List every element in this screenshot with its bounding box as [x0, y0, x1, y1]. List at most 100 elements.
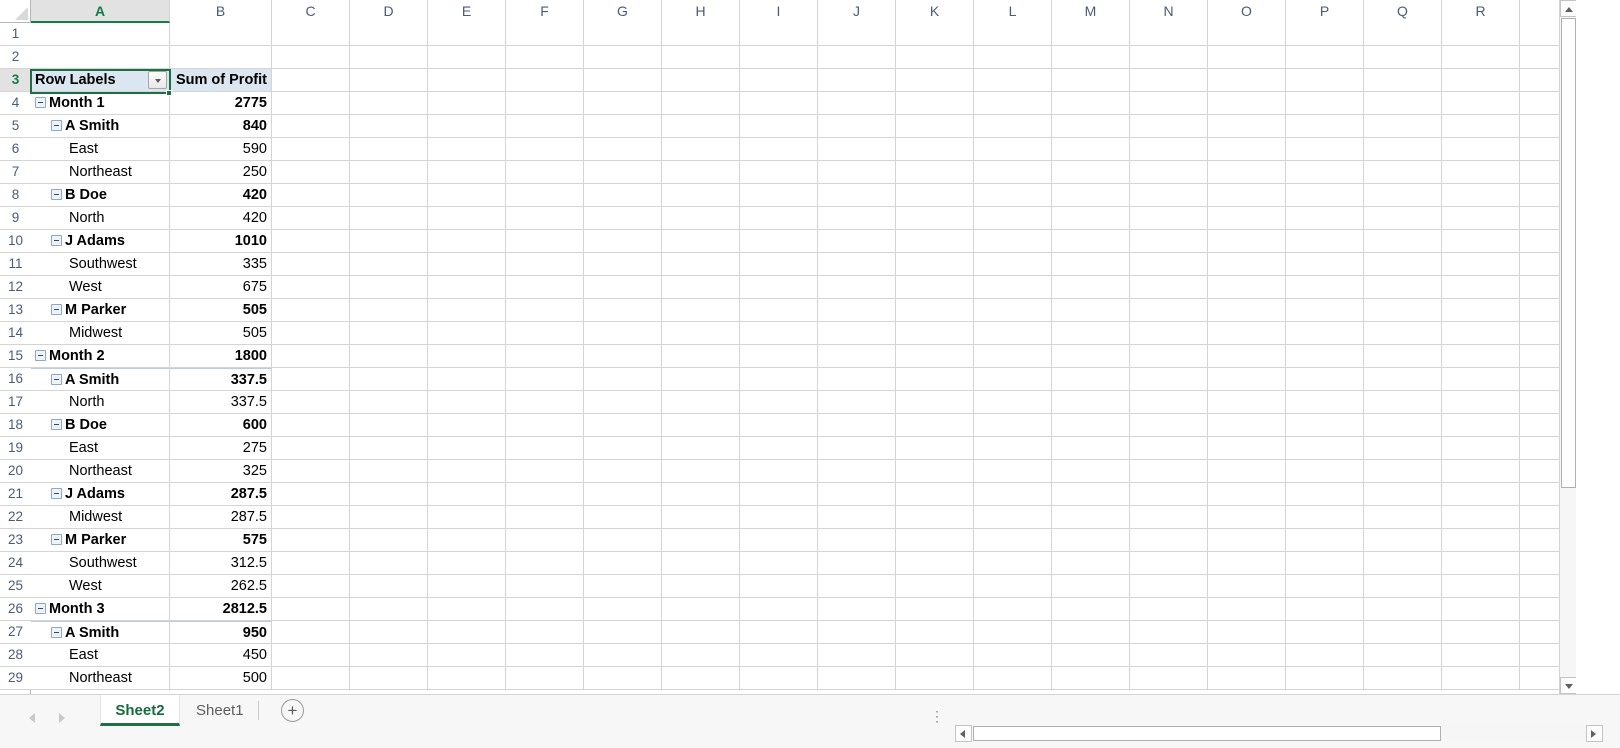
horizontal-scrollbar[interactable]	[955, 725, 1603, 742]
pivot-value-cell[interactable]: 287.5	[170, 483, 272, 506]
empty-cell[interactable]	[1364, 414, 1442, 437]
empty-cell[interactable]	[1130, 69, 1208, 92]
collapse-minus-icon[interactable]	[35, 349, 46, 361]
empty-cell[interactable]	[170, 46, 272, 69]
empty-cell[interactable]	[350, 46, 428, 69]
empty-cell[interactable]	[584, 299, 662, 322]
empty-cell[interactable]	[1364, 667, 1442, 690]
empty-cell[interactable]	[818, 598, 896, 621]
empty-cell[interactable]	[1052, 138, 1130, 161]
empty-cell[interactable]	[896, 138, 974, 161]
empty-cell[interactable]	[428, 92, 506, 115]
empty-cell[interactable]	[896, 345, 974, 368]
empty-cell[interactable]	[1442, 598, 1520, 621]
collapse-minus-icon[interactable]	[51, 533, 62, 545]
empty-cell[interactable]	[818, 69, 896, 92]
empty-cell[interactable]	[1052, 345, 1130, 368]
empty-cell[interactable]	[662, 552, 740, 575]
empty-cell[interactable]	[1364, 46, 1442, 69]
row-header-21[interactable]: 21	[0, 483, 31, 506]
empty-cell[interactable]	[584, 138, 662, 161]
empty-cell[interactable]	[974, 644, 1052, 667]
empty-cell[interactable]	[1286, 46, 1364, 69]
empty-cell[interactable]	[740, 138, 818, 161]
empty-cell[interactable]	[1208, 184, 1286, 207]
empty-cell[interactable]	[350, 23, 428, 46]
pivot-row-label-a-smith[interactable]: A Smith	[31, 368, 170, 391]
empty-cell[interactable]	[272, 184, 350, 207]
empty-cell[interactable]	[584, 598, 662, 621]
empty-cell[interactable]	[350, 644, 428, 667]
empty-cell[interactable]	[428, 552, 506, 575]
empty-cell[interactable]	[1052, 598, 1130, 621]
empty-cell[interactable]	[584, 322, 662, 345]
empty-cell[interactable]	[1052, 575, 1130, 598]
empty-cell[interactable]	[584, 483, 662, 506]
empty-cell[interactable]	[896, 69, 974, 92]
empty-cell[interactable]	[818, 23, 896, 46]
empty-cell[interactable]	[428, 161, 506, 184]
scroll-left-button[interactable]	[955, 725, 972, 742]
empty-cell[interactable]	[818, 46, 896, 69]
collapse-minus-icon[interactable]	[51, 119, 62, 131]
empty-cell[interactable]	[1286, 644, 1364, 667]
empty-cell[interactable]	[31, 46, 170, 69]
empty-cell[interactable]	[1052, 483, 1130, 506]
pivot-value-cell[interactable]: 505	[170, 322, 272, 345]
empty-cell[interactable]	[1442, 460, 1520, 483]
empty-cell[interactable]	[896, 483, 974, 506]
pivot-row-label-midwest[interactable]: Midwest	[31, 506, 170, 529]
pivot-filter-dropdown-button[interactable]	[148, 71, 167, 89]
empty-cell[interactable]	[662, 207, 740, 230]
empty-cell[interactable]	[272, 138, 350, 161]
empty-cell[interactable]	[974, 414, 1052, 437]
empty-cell[interactable]	[896, 161, 974, 184]
empty-cell[interactable]	[1052, 69, 1130, 92]
row-header-18[interactable]: 18	[0, 414, 31, 437]
empty-cell[interactable]	[662, 161, 740, 184]
empty-cell[interactable]	[1364, 598, 1442, 621]
sheet-tab-sheet2[interactable]: Sheet2	[100, 695, 180, 726]
empty-cell[interactable]	[1364, 552, 1442, 575]
empty-cell[interactable]	[818, 414, 896, 437]
empty-cell[interactable]	[740, 253, 818, 276]
empty-cell[interactable]	[1442, 184, 1520, 207]
empty-cell[interactable]	[1442, 529, 1520, 552]
empty-cell[interactable]	[1364, 299, 1442, 322]
empty-cell[interactable]	[584, 46, 662, 69]
empty-cell[interactable]	[1052, 253, 1130, 276]
empty-cell[interactable]	[1442, 207, 1520, 230]
pivot-value-cell[interactable]: 420	[170, 184, 272, 207]
empty-cell[interactable]	[1208, 253, 1286, 276]
empty-cell[interactable]	[974, 46, 1052, 69]
empty-cell[interactable]	[1286, 299, 1364, 322]
pivot-row-label-a-smith[interactable]: A Smith	[31, 621, 170, 644]
empty-cell[interactable]	[428, 529, 506, 552]
empty-cell[interactable]	[1442, 345, 1520, 368]
empty-cell[interactable]	[272, 322, 350, 345]
pivot-value-cell[interactable]: 600	[170, 414, 272, 437]
empty-cell[interactable]	[1052, 621, 1130, 644]
empty-cell[interactable]	[1286, 391, 1364, 414]
empty-cell[interactable]	[428, 368, 506, 391]
pivot-row-label-a-smith[interactable]: A Smith	[31, 115, 170, 138]
empty-cell[interactable]	[740, 414, 818, 437]
empty-cell[interactable]	[740, 598, 818, 621]
empty-cell[interactable]	[272, 506, 350, 529]
row-header-19[interactable]: 19	[0, 437, 31, 460]
row-header-13[interactable]: 13	[0, 299, 31, 322]
empty-cell[interactable]	[662, 667, 740, 690]
pivot-row-label-j-adams[interactable]: J Adams	[31, 483, 170, 506]
empty-cell[interactable]	[740, 46, 818, 69]
empty-cell[interactable]	[1052, 506, 1130, 529]
empty-cell[interactable]	[350, 69, 428, 92]
empty-cell[interactable]	[1442, 230, 1520, 253]
empty-cell[interactable]	[1286, 414, 1364, 437]
row-header-14[interactable]: 14	[0, 322, 31, 345]
empty-cell[interactable]	[1442, 437, 1520, 460]
empty-cell[interactable]	[1442, 115, 1520, 138]
empty-cell[interactable]	[1286, 253, 1364, 276]
empty-cell[interactable]	[584, 621, 662, 644]
empty-cell[interactable]	[974, 23, 1052, 46]
row-header-6[interactable]: 6	[0, 138, 31, 161]
